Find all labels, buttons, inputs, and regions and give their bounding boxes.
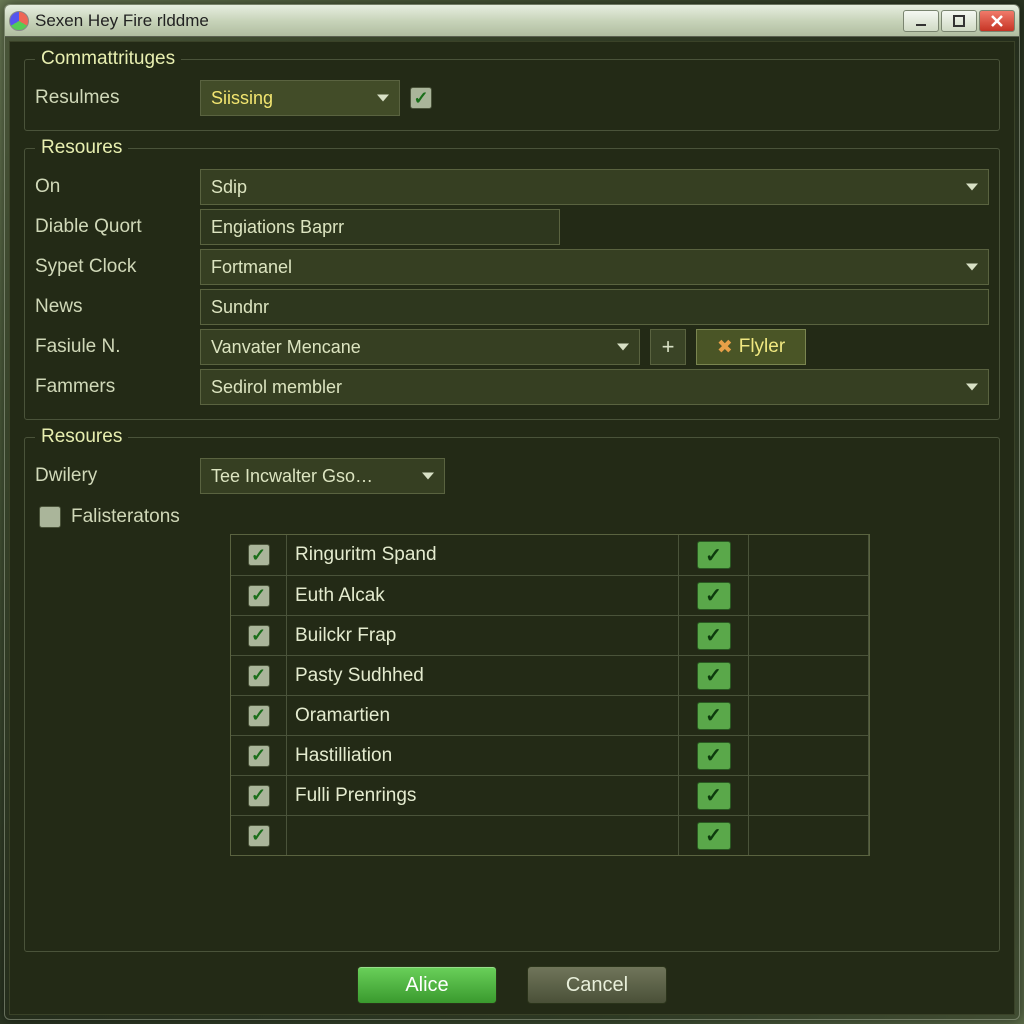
flyler-button[interactable]: ✖ Flyler bbox=[696, 329, 806, 365]
chevron-down-icon bbox=[966, 384, 978, 391]
row-checkbox[interactable] bbox=[248, 745, 270, 767]
row-extra bbox=[749, 656, 869, 695]
chevron-down-icon bbox=[617, 344, 629, 351]
row-status-icon[interactable]: ✓ bbox=[697, 742, 731, 770]
ok-label: Alice bbox=[405, 974, 448, 997]
minimize-button[interactable] bbox=[903, 10, 939, 32]
dialog-buttons: Alice Cancel bbox=[24, 966, 1000, 1004]
falister-label: Falisteratons bbox=[71, 506, 180, 528]
close-button[interactable] bbox=[979, 10, 1015, 32]
row-checkbox[interactable] bbox=[248, 825, 270, 847]
diable-label: Diable Quort bbox=[35, 216, 190, 238]
flyler-label: Flyler bbox=[739, 336, 785, 358]
table-row: Hastilliation ✓ bbox=[231, 735, 869, 775]
row-extra bbox=[749, 616, 869, 655]
chevron-down-icon bbox=[966, 184, 978, 191]
sypet-label: Sypet Clock bbox=[35, 256, 190, 278]
resulmes-select[interactable]: Siissing bbox=[200, 80, 400, 116]
group-commattrituges: Commattrituges Resulmes Siissing bbox=[24, 48, 1000, 131]
row-label: Hastilliation bbox=[287, 736, 679, 775]
row-checkbox[interactable] bbox=[248, 705, 270, 727]
row-extra bbox=[749, 776, 869, 815]
add-button[interactable]: + bbox=[650, 329, 686, 365]
row-checkbox[interactable] bbox=[248, 544, 270, 566]
row-label: Euth Alcak bbox=[287, 576, 679, 615]
sypet-select[interactable]: Fortmanel bbox=[200, 249, 989, 285]
row-label: Builckr Frap bbox=[287, 616, 679, 655]
row-label: Oramartien bbox=[287, 696, 679, 735]
row-label: Fulli Prenrings bbox=[287, 776, 679, 815]
fasiule-label: Fasiule N. bbox=[35, 336, 190, 358]
resulmes-label: Resulmes bbox=[35, 87, 190, 109]
fammers-select[interactable]: Sedirol membler bbox=[200, 369, 989, 405]
table-row: ✓ bbox=[231, 815, 869, 855]
fasiule-value: Vanvater Mencane bbox=[211, 337, 361, 358]
row-extra bbox=[749, 535, 869, 575]
falister-checkbox[interactable] bbox=[39, 506, 61, 528]
chevron-down-icon bbox=[966, 264, 978, 271]
window-controls bbox=[903, 10, 1015, 32]
on-value: Sdip bbox=[211, 177, 247, 198]
chevron-down-icon bbox=[422, 473, 434, 480]
row-label: Pasty Sudhhed bbox=[287, 656, 679, 695]
sypet-value: Fortmanel bbox=[211, 257, 292, 278]
group-legend: Commattrituges bbox=[35, 48, 181, 70]
dwilery-select[interactable]: Tee Incwalter Gso… bbox=[200, 458, 445, 494]
row-status-icon[interactable]: ✓ bbox=[697, 622, 731, 650]
row-status-icon[interactable]: ✓ bbox=[697, 782, 731, 810]
title-bar[interactable]: Sexen Hey Fire rlddme bbox=[5, 5, 1019, 37]
chevron-down-icon bbox=[377, 95, 389, 102]
resulmes-value: Siissing bbox=[211, 88, 273, 109]
diable-input[interactable]: Engiations Baprr bbox=[200, 209, 560, 245]
options-table: Ringuritm Spand ✓ Euth Alcak ✓ Builckr Frap ✓… bbox=[230, 534, 870, 856]
dwilery-label: Dwilery bbox=[35, 465, 190, 487]
row-extra bbox=[749, 816, 869, 855]
row-label: Ringuritm Spand bbox=[287, 535, 679, 575]
maximize-button[interactable] bbox=[941, 10, 977, 32]
row-extra bbox=[749, 576, 869, 615]
table-row: Pasty Sudhhed ✓ bbox=[231, 655, 869, 695]
ok-button[interactable]: Alice bbox=[357, 966, 497, 1004]
row-label bbox=[287, 816, 679, 855]
row-checkbox[interactable] bbox=[248, 785, 270, 807]
row-status-icon[interactable]: ✓ bbox=[697, 822, 731, 850]
row-checkbox[interactable] bbox=[248, 665, 270, 687]
on-select[interactable]: Sdip bbox=[200, 169, 989, 205]
row-checkbox[interactable] bbox=[248, 625, 270, 647]
fasiule-select[interactable]: Vanvater Mencane bbox=[200, 329, 640, 365]
cancel-label: Cancel bbox=[566, 974, 628, 997]
table-row: Builckr Frap ✓ bbox=[231, 615, 869, 655]
dialog-window: Sexen Hey Fire rlddme Commattrituges Res… bbox=[4, 4, 1020, 1020]
window-title: Sexen Hey Fire rlddme bbox=[35, 11, 903, 31]
resulmes-checkbox[interactable] bbox=[410, 87, 432, 109]
row-status-icon[interactable]: ✓ bbox=[697, 702, 731, 730]
table-row: Ringuritm Spand ✓ bbox=[231, 535, 869, 575]
on-label: On bbox=[35, 176, 190, 198]
group-legend: Resoures bbox=[35, 137, 128, 159]
news-label: News bbox=[35, 296, 190, 318]
cancel-button[interactable]: Cancel bbox=[527, 966, 667, 1004]
app-icon bbox=[9, 11, 29, 31]
group-resoures-2: Resoures Dwilery Tee Incwalter Gso… Fali… bbox=[24, 426, 1000, 952]
row-status-icon[interactable]: ✓ bbox=[697, 662, 731, 690]
row-extra bbox=[749, 736, 869, 775]
dwilery-value: Tee Incwalter Gso… bbox=[211, 466, 373, 487]
group-legend: Resoures bbox=[35, 426, 128, 448]
fammers-label: Fammers bbox=[35, 376, 190, 398]
fammers-value: Sedirol membler bbox=[211, 377, 342, 398]
table-row: Fulli Prenrings ✓ bbox=[231, 775, 869, 815]
table-row: Oramartien ✓ bbox=[231, 695, 869, 735]
table-row: Euth Alcak ✓ bbox=[231, 575, 869, 615]
row-extra bbox=[749, 696, 869, 735]
plus-icon: + bbox=[662, 334, 675, 360]
row-checkbox[interactable] bbox=[248, 585, 270, 607]
news-value: Sundnr bbox=[211, 297, 269, 318]
news-input[interactable]: Sundnr bbox=[200, 289, 989, 325]
row-status-icon[interactable]: ✓ bbox=[697, 541, 731, 569]
diable-value: Engiations Baprr bbox=[211, 217, 344, 238]
group-resoures-1: Resoures On Sdip Diable Quort Engiations… bbox=[24, 137, 1000, 420]
person-icon: ✖ bbox=[717, 336, 733, 359]
dialog-content: Commattrituges Resulmes Siissing Resoure… bbox=[9, 41, 1015, 1015]
row-status-icon[interactable]: ✓ bbox=[697, 582, 731, 610]
